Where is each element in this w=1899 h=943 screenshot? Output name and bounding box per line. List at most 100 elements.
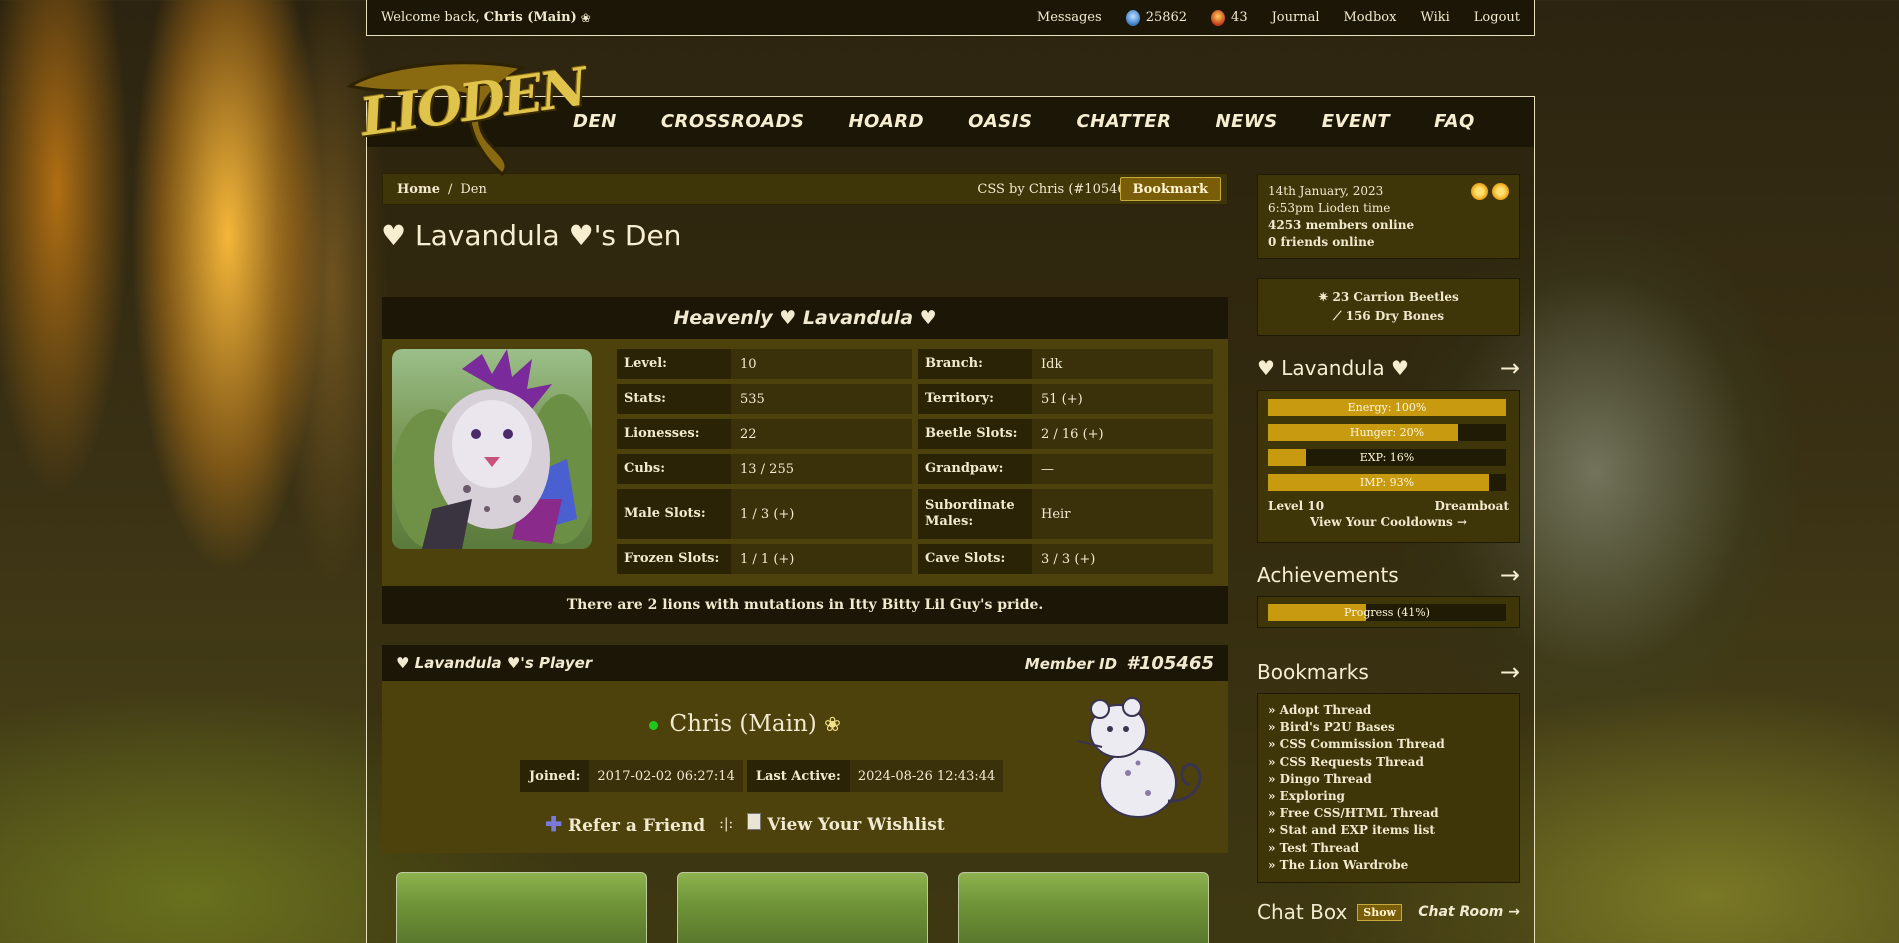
- bookmark-item[interactable]: » Free CSS/HTML Thread: [1268, 805, 1509, 822]
- bookmark-item[interactable]: » Stat and EXP items list: [1268, 822, 1509, 839]
- bookmark-item[interactable]: » Dingo Thread: [1268, 771, 1509, 788]
- breadcrumb-home[interactable]: Home: [397, 182, 440, 197]
- refer-friend-label: Refer a Friend: [567, 816, 706, 836]
- arrow-right-icon[interactable]: →: [1500, 658, 1520, 686]
- weather-icons: [1471, 183, 1509, 200]
- player-header-title: ♥ Lavandula ♥'s Player: [396, 654, 593, 672]
- stat-label: Lionesses:: [617, 419, 731, 449]
- bookmark-item[interactable]: » Bird's P2U Bases: [1268, 719, 1509, 736]
- stat-label: Stats:: [617, 384, 731, 414]
- stat-male-slots: Male Slots: 1 / 3 (+): [617, 489, 912, 539]
- stat-value[interactable]: Heir: [1032, 489, 1213, 539]
- stat-value[interactable]: 2 / 16 (+): [1032, 419, 1213, 449]
- stat-beetle-slots: Beetle Slots: 2 / 16 (+): [918, 419, 1213, 449]
- joined-value: 2017-02-02 06:27:14: [597, 768, 735, 784]
- imp-bar-label: IMP: 93%: [1359, 476, 1415, 489]
- beetle-icon: ✷: [1318, 290, 1329, 304]
- stat-value[interactable]: 1 / 1 (+): [731, 544, 912, 574]
- journal-link[interactable]: Journal: [1272, 10, 1320, 25]
- flower-icon: ❀: [580, 10, 591, 25]
- view-cooldowns-link[interactable]: View Your Cooldowns →: [1268, 515, 1509, 529]
- stat-label: Territory:: [918, 384, 1032, 414]
- bookmark-item[interactable]: » Exploring: [1268, 788, 1509, 805]
- chat-show-button[interactable]: Show: [1357, 903, 1403, 921]
- plus-icon: ✚: [545, 812, 563, 836]
- gold-beetle-icon: [1211, 9, 1226, 26]
- nav-faq[interactable]: FAQ: [1434, 111, 1475, 132]
- achievements-title[interactable]: Achievements →: [1257, 561, 1520, 589]
- lion-panel: Heavenly ♥ Lavandula ♥ Level: 10 Branch: I…: [382, 297, 1228, 624]
- lion-portrait[interactable]: [392, 349, 592, 549]
- stat-label: Frozen Slots:: [617, 544, 731, 574]
- bookmarks-label: Bookmarks: [1257, 660, 1369, 684]
- player-dates: Joined: 2017-02-02 06:27:14 Last Active: 2…: [520, 760, 1004, 792]
- bookmark-item[interactable]: » CSS Commission Thread: [1268, 736, 1509, 753]
- username-link[interactable]: Chris (Main): [484, 10, 577, 25]
- player-name-link[interactable]: Chris (Main): [669, 711, 816, 737]
- member-id: Member ID #105465: [1025, 653, 1214, 674]
- achievements-panel: Progress (41%): [1257, 596, 1520, 628]
- bookmark-item[interactable]: » CSS Requests Thread: [1268, 754, 1509, 771]
- joined-date: Joined: 2017-02-02 06:27:14: [520, 760, 743, 792]
- player-avatar[interactable]: [1068, 693, 1218, 823]
- exp-bar-label: EXP: 16%: [1359, 451, 1415, 464]
- member-id-label: Member ID: [1024, 654, 1118, 673]
- stat-label: Subordinate Males:: [918, 489, 1032, 539]
- den-background-tile[interactable]: [396, 872, 647, 943]
- bookmark-item[interactable]: » Adopt Thread: [1268, 702, 1509, 719]
- gold-beetles-count[interactable]: 43: [1211, 9, 1248, 26]
- messages-link[interactable]: Messages: [1037, 10, 1102, 25]
- bookmarks-title[interactable]: Bookmarks →: [1257, 658, 1520, 686]
- stat-label: Male Slots:: [617, 489, 731, 539]
- lion-stats-grid: Level: 10 Branch: Idk Stats: 535 Territory:…: [617, 349, 1217, 574]
- bookmark-button[interactable]: Bookmark: [1119, 177, 1221, 201]
- bookmark-item[interactable]: » Test Thread: [1268, 840, 1509, 857]
- joined-label: Joined:: [520, 760, 590, 792]
- bookmarks-panel: » Adopt Thread » Bird's P2U Bases » CSS …: [1257, 693, 1520, 883]
- den-background-tile[interactable]: [677, 872, 928, 943]
- cub-avatar-image: [1077, 697, 1202, 818]
- den-background-tile[interactable]: [958, 872, 1209, 943]
- sun-icon: [1492, 183, 1509, 200]
- arrow-right-icon[interactable]: →: [1500, 561, 1520, 589]
- css-credit: CSS by Chris (#105465): [977, 181, 1139, 197]
- wiki-link[interactable]: Wiki: [1420, 10, 1449, 25]
- wishlist-link[interactable]: View Your Wishlist: [747, 813, 945, 835]
- dry-bones: ⟋ 156 Dry Bones: [1268, 307, 1509, 326]
- blue-beetles-count[interactable]: 25862: [1125, 9, 1187, 26]
- member-id-value: #105465: [1126, 652, 1214, 674]
- top-bar: Welcome back, Chris (Main) ❀ Messages 25…: [366, 0, 1535, 36]
- lioden-logo[interactable]: LIODEN: [342, 56, 590, 176]
- stat-cubs: Cubs: 13 / 255: [617, 454, 912, 484]
- stat-value[interactable]: 51 (+): [1032, 384, 1213, 414]
- sidebar-lion-title[interactable]: ♥ Lavandula ♥ →: [1257, 354, 1520, 382]
- stat-value[interactable]: 3 / 3 (+): [1032, 544, 1213, 574]
- nav-event[interactable]: EVENT: [1322, 111, 1390, 132]
- currency-panel: ✷ 23 Carrion Beetles ⟋ 156 Dry Bones: [1257, 278, 1520, 336]
- modbox-link[interactable]: Modbox: [1344, 10, 1397, 25]
- nav-news[interactable]: NEWS: [1216, 111, 1278, 132]
- chat-box-title: Chat Box: [1257, 900, 1348, 924]
- nav-hoard[interactable]: HOARD: [848, 111, 924, 132]
- bookmark-item[interactable]: » The Lion Wardrobe: [1268, 857, 1509, 874]
- stat-value: Idk: [1041, 356, 1063, 372]
- breadcrumb-separator: /: [447, 181, 453, 197]
- bone-icon: ⟋: [1333, 309, 1342, 323]
- chat-room-link[interactable]: Chat Room →: [1418, 904, 1520, 920]
- arrow-right-icon[interactable]: →: [1500, 354, 1520, 382]
- welcome-prefix: Welcome back,: [381, 10, 480, 25]
- friends-online[interactable]: 0 friends online: [1268, 234, 1509, 251]
- wishlist-label: View Your Wishlist: [767, 815, 945, 835]
- carrion-beetles-value: 23 Carrion Beetles: [1332, 290, 1459, 304]
- stat-value: 535: [740, 391, 765, 407]
- energy-bar-label: Energy: 100%: [1347, 401, 1427, 414]
- logout-link[interactable]: Logout: [1474, 10, 1520, 25]
- nav-chatter[interactable]: CHATTER: [1076, 111, 1171, 132]
- level-row: Level 10 Dreamboat: [1268, 499, 1509, 513]
- nav-oasis[interactable]: OASIS: [968, 111, 1032, 132]
- refer-friend-link[interactable]: ✚ Refer a Friend: [545, 812, 705, 836]
- stat-value[interactable]: 1 / 3 (+): [731, 489, 912, 539]
- achievements-label: Achievements: [1257, 563, 1399, 587]
- members-online[interactable]: 4253 members online: [1268, 217, 1509, 234]
- nav-crossroads[interactable]: CROSSROADS: [661, 111, 805, 132]
